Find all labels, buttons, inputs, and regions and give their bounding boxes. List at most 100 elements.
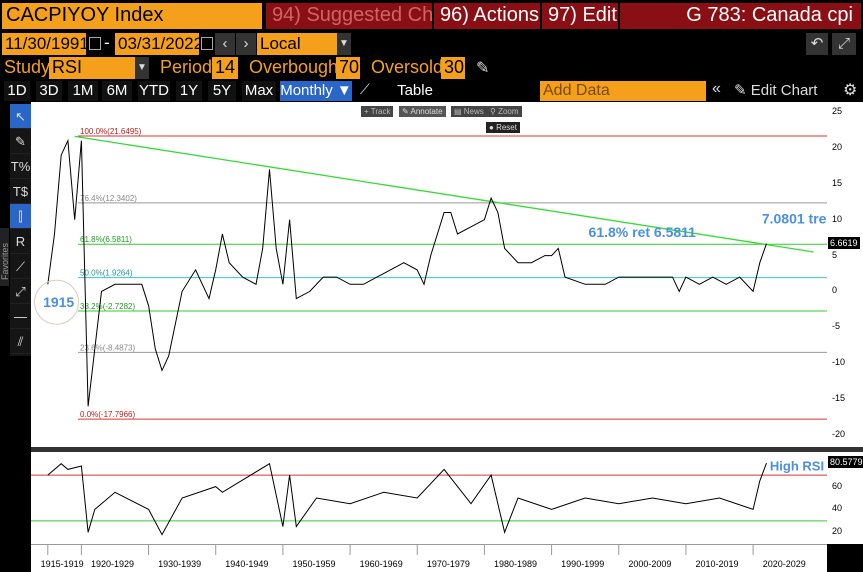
y-tick-label: -20 [832, 429, 846, 439]
last-value-badge: 6.6619 [828, 236, 860, 249]
ticker-field[interactable]: CACPIYOY Index [2, 3, 262, 29]
y-tick-label: -15 [832, 393, 846, 404]
rsi-y-tick-label: 40 [832, 503, 843, 514]
study-bar: Study RSI ▼ Period 14 Overbought 70 Over… [0, 56, 863, 80]
retracement-tool-icon[interactable]: R [10, 229, 31, 254]
suggested-charts-button[interactable]: 94) Suggested Charts [266, 3, 467, 29]
pencil-tool-icon[interactable]: ✎ [10, 129, 31, 154]
oversold-input[interactable]: 30 [441, 57, 465, 79]
edit-number: 97) [548, 4, 577, 26]
chevron-right-icon[interactable]: › [236, 33, 256, 55]
overbought-label: Overbought [249, 57, 344, 77]
zoom-label: Zoom [498, 107, 519, 116]
page-title: G 783: Canada cpi [620, 3, 861, 29]
rsi-chart[interactable]: High RSI [31, 452, 827, 544]
period-3d[interactable]: 3D [36, 81, 62, 101]
actions-label: Actions [473, 4, 539, 26]
high-rsi-annotation: High RSI [770, 459, 824, 474]
period-5y[interactable]: 5Y [208, 81, 236, 101]
news-label: News [463, 107, 484, 116]
actions-button[interactable]: 96) Actions ▼ [434, 3, 556, 29]
period-1y[interactable]: 1Y [176, 81, 202, 101]
study-label: Study [4, 57, 51, 77]
y-axis-rsi: 8060402080.5779 [827, 452, 863, 544]
annotate-button[interactable]: ✎ Annotate [399, 106, 446, 117]
favorites-label: Favorites [0, 242, 10, 280]
y-tick-label: 0 [832, 285, 838, 296]
dollar-tool-icon[interactable]: T$ [10, 179, 31, 204]
start-date-input[interactable]: 11/30/1991 [2, 33, 89, 55]
trend-annotation: 7.0801 trend [762, 210, 827, 226]
study-select[interactable]: RSI [49, 57, 135, 79]
gear-icon[interactable]: ⚙ [843, 80, 857, 100]
y-tick-label: -5 [832, 321, 841, 332]
add-data-input[interactable]: Add Data [540, 81, 706, 101]
chevron-down-icon[interactable]: ▼ [135, 57, 149, 79]
currency-select[interactable]: Local CCY [257, 33, 337, 73]
edit-button[interactable]: 97) Edit ▼ [542, 3, 634, 29]
track-button[interactable]: + Track [361, 106, 394, 117]
end-date-input[interactable]: 03/31/2022 [115, 33, 203, 55]
calendar-icon[interactable] [201, 37, 213, 50]
cpi-series-line [47, 138, 767, 407]
reset-label: Reset [496, 123, 517, 132]
fib-level-label: 38.2%(-2.7282) [80, 302, 135, 311]
y-tick-label: -10 [832, 357, 846, 368]
period-input[interactable]: 14 [212, 57, 238, 79]
edit-chart-label: Edit Chart [750, 82, 818, 99]
rsi-last-value-badge: 80.5779 [828, 456, 863, 469]
fib-level-label: 0.0%(-17.7966) [80, 410, 135, 419]
date-range-bar: 11/30/1991 - 03/31/2022 ‹ › Local CCY ▼ … [0, 32, 863, 73]
table-button[interactable]: Table [390, 81, 440, 101]
favorites-tab[interactable]: Favorites [0, 228, 10, 286]
period-6m[interactable]: 6M [102, 81, 132, 101]
y-tick-label: 5 [832, 249, 838, 260]
period-1d[interactable]: 1D [4, 81, 30, 101]
y-axis-main: 25 20 15 10 5 0 -5 -10 -15 -20 6.6619 [827, 102, 863, 447]
channel-tool-icon[interactable]: ⫽ [10, 329, 31, 354]
top-toolbar: CACPIYOY Index 94) Suggested Charts 96) … [0, 0, 863, 32]
horizontal-line-icon[interactable]: — [10, 304, 31, 329]
trend-line [74, 135, 814, 253]
chevron-down-icon[interactable]: ▼ [337, 33, 351, 55]
track-label: Track [370, 107, 391, 116]
fullscreen-icon[interactable]: ⤢ [832, 33, 856, 55]
fib-level-label: 50.0%(1.9264) [80, 269, 133, 278]
retracement-annotation: 61.8% ret 6.5811 [589, 224, 697, 240]
trendline-tool-icon[interactable]: ⟋ [10, 254, 31, 279]
cursor-icon[interactable]: ↖ [10, 104, 31, 129]
collapse-icon[interactable]: « [712, 80, 721, 98]
price-chart-svg: 100.0%(21.6495) 76.4%(12.3402) 61.8%(6.581… [34, 127, 844, 420]
drawing-toolbar: ↖ ✎ T% T$ ⫿ R ⟋ ⤢ — ⫽ [10, 104, 31, 356]
line-chart-icon[interactable]: ⟋ [360, 81, 370, 98]
pencil-icon[interactable]: ✎ [476, 58, 489, 78]
y-tick-label: 25 [832, 106, 843, 116]
edit-chart-button[interactable]: ✎ Edit Chart [734, 81, 817, 99]
ray-tool-icon[interactable]: ⤢ [10, 279, 31, 304]
calendar-icon[interactable] [89, 37, 101, 50]
y-tick-label: 15 [832, 177, 843, 188]
period-1m[interactable]: 1M [68, 81, 98, 101]
date-separator: - [104, 33, 110, 52]
fib-level-label: 61.8%(6.5811) [80, 235, 132, 244]
chevron-left-icon[interactable]: ‹ [215, 33, 235, 55]
fib-level-label: 76.4%(12.3402) [80, 194, 137, 203]
percent-tool-icon[interactable]: T% [10, 154, 31, 179]
rsi-y-tick-label: 20 [832, 526, 843, 537]
overbought-input[interactable]: 70 [336, 57, 360, 79]
fibonacci-tool-icon[interactable]: ⫿ [10, 204, 31, 229]
annotate-label: Annotate [410, 107, 443, 116]
rsi-chart-svg: High RSI [31, 459, 827, 536]
frequency-select[interactable]: Monthly ▼ [280, 81, 352, 101]
suggested-number: 94) [272, 4, 301, 26]
undo-icon[interactable]: ↶ [806, 33, 828, 55]
price-chart[interactable]: 100.0%(21.6495) 76.4%(12.3402) 61.8%(6.581… [31, 102, 844, 447]
fib-level-label: 100.0%(21.6495) [80, 127, 142, 136]
year-annotation: 1915 [43, 294, 74, 310]
period-ytd[interactable]: YTD [138, 81, 170, 101]
news-button[interactable]: ▤ News [451, 106, 487, 117]
reset-button[interactable]: ● Reset [486, 122, 520, 133]
zoom-button[interactable]: ⚲ Zoom [487, 106, 522, 117]
period-max[interactable]: Max [242, 81, 276, 101]
oversold-label: Oversold [371, 57, 444, 77]
